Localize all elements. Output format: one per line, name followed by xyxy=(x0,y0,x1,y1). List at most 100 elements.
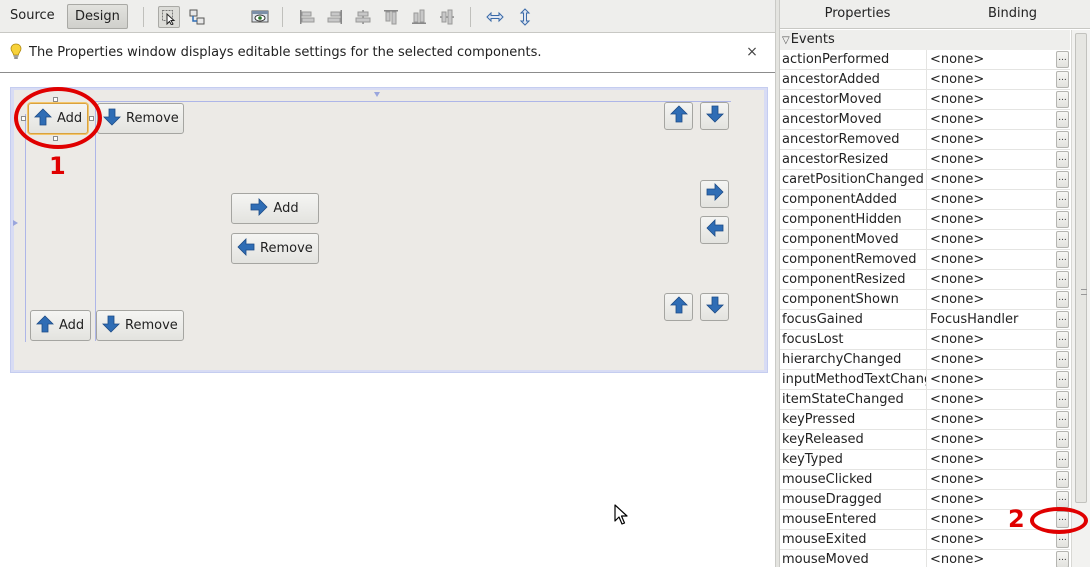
close-icon[interactable]: × xyxy=(745,44,759,60)
ellipsis-button[interactable]: ... xyxy=(1056,471,1069,488)
property-row[interactable]: ancestorAdded <none>... xyxy=(780,70,1070,90)
property-value[interactable]: <none> xyxy=(926,50,1054,69)
property-value[interactable]: <none> xyxy=(926,90,1054,109)
property-row[interactable]: inputMethodTextChanged<none>... xyxy=(780,370,1070,390)
property-value[interactable]: <none> xyxy=(926,370,1054,389)
remove-button[interactable]: Remove xyxy=(231,233,319,264)
property-value[interactable]: <none> xyxy=(926,530,1054,549)
preview-design-icon[interactable] xyxy=(249,6,271,28)
property-value[interactable]: <none> xyxy=(926,190,1054,209)
ellipsis-button[interactable]: ... xyxy=(1056,131,1069,148)
property-row[interactable]: focusGained FocusHandler... xyxy=(780,310,1070,330)
property-row[interactable]: ancestorMoved <none>... xyxy=(780,90,1070,110)
ellipsis-button[interactable]: ... xyxy=(1056,431,1069,448)
property-value[interactable]: <none> xyxy=(926,290,1054,309)
property-row[interactable]: keyPressed <none>... xyxy=(780,410,1070,430)
property-value[interactable]: <none> xyxy=(926,70,1054,89)
property-row[interactable]: focusLost <none>... xyxy=(780,330,1070,350)
property-row[interactable]: componentHidden <none>... xyxy=(780,210,1070,230)
property-row[interactable]: itemStateChanged <none>... xyxy=(780,390,1070,410)
ellipsis-button[interactable]: ... xyxy=(1056,71,1069,88)
property-value[interactable]: <none> xyxy=(926,150,1054,169)
property-value[interactable]: <none> xyxy=(926,390,1054,409)
ellipsis-button[interactable]: ... xyxy=(1056,271,1069,288)
property-row[interactable]: ancestorMoved <none>... xyxy=(780,110,1070,130)
property-value[interactable]: <none> xyxy=(926,470,1054,489)
design-tab[interactable]: Design xyxy=(67,4,128,29)
ellipsis-button[interactable]: ... xyxy=(1056,331,1069,348)
property-row[interactable]: mouseEntered <none>... xyxy=(780,510,1070,530)
ellipsis-button[interactable]: ... xyxy=(1056,211,1069,228)
add-button[interactable]: Add xyxy=(30,310,91,341)
ellipsis-button[interactable]: ... xyxy=(1056,451,1069,468)
property-row[interactable]: mouseClicked <none>... xyxy=(780,470,1070,490)
property-value[interactable]: <none> xyxy=(926,430,1054,449)
property-row[interactable]: hierarchyChanged <none>... xyxy=(780,350,1070,370)
ellipsis-button[interactable]: ... xyxy=(1056,291,1069,308)
property-row[interactable]: mouseMoved <none>... xyxy=(780,550,1070,567)
ellipsis-button[interactable]: ... xyxy=(1056,231,1069,248)
ellipsis-button[interactable]: ... xyxy=(1056,51,1069,68)
property-row[interactable]: componentShown <none>... xyxy=(780,290,1070,310)
ellipsis-button[interactable]: ... xyxy=(1056,251,1069,268)
property-row[interactable]: keyReleased <none>... xyxy=(780,430,1070,450)
property-value[interactable]: <none> xyxy=(926,130,1054,149)
property-row[interactable]: componentRemoved <none>... xyxy=(780,250,1070,270)
move-down-button[interactable] xyxy=(700,102,729,130)
remove-button[interactable]: Remove xyxy=(97,103,184,134)
move-right-button[interactable] xyxy=(700,180,729,208)
property-row[interactable]: actionPerformed <none>... xyxy=(780,50,1070,70)
ellipsis-button[interactable]: ... xyxy=(1056,191,1069,208)
property-value[interactable]: <none> xyxy=(926,250,1054,269)
property-value[interactable]: <none> xyxy=(926,230,1054,249)
connection-mode-icon[interactable] xyxy=(186,6,208,28)
tab-properties[interactable]: Properties xyxy=(780,0,935,28)
add-button[interactable]: Add xyxy=(231,193,319,224)
property-value[interactable]: <none> xyxy=(926,550,1054,567)
ellipsis-button[interactable]: ... xyxy=(1056,311,1069,328)
remove-button[interactable]: Remove xyxy=(96,310,184,341)
property-value[interactable]: FocusHandler xyxy=(926,310,1054,329)
align-top-icon[interactable] xyxy=(380,6,402,28)
align-bottom-icon[interactable] xyxy=(408,6,430,28)
ellipsis-button[interactable]: ... xyxy=(1056,111,1069,128)
tab-binding[interactable]: Binding xyxy=(935,0,1090,28)
property-value[interactable]: <none> xyxy=(926,330,1054,349)
move-up-button[interactable] xyxy=(664,102,693,130)
events-section-header[interactable]: ▽Events xyxy=(780,30,1070,50)
property-row[interactable]: caretPositionChanged <none>... xyxy=(780,170,1070,190)
change-horizontal-resizability-icon[interactable] xyxy=(484,6,506,28)
property-value[interactable]: <none> xyxy=(926,350,1054,369)
ellipsis-button[interactable]: ... xyxy=(1056,371,1069,388)
ellipsis-button[interactable]: ... xyxy=(1056,491,1069,508)
align-right-icon[interactable] xyxy=(324,6,346,28)
change-vertical-resizability-icon[interactable] xyxy=(514,6,536,28)
property-value[interactable]: <none> xyxy=(926,170,1054,189)
property-row[interactable]: componentResized <none>... xyxy=(780,270,1070,290)
align-left-icon[interactable] xyxy=(296,6,318,28)
move-left-button[interactable] xyxy=(700,216,729,244)
property-row[interactable]: mouseExited <none>... xyxy=(780,530,1070,550)
move-down-button[interactable] xyxy=(700,293,729,321)
source-tab[interactable]: Source xyxy=(3,4,62,29)
property-row[interactable]: mouseDragged <none>... xyxy=(780,490,1070,510)
property-row[interactable]: ancestorRemoved <none>... xyxy=(780,130,1070,150)
property-row[interactable]: componentAdded <none>... xyxy=(780,190,1070,210)
property-value[interactable]: <none> xyxy=(926,210,1054,229)
ellipsis-button[interactable]: ... xyxy=(1056,351,1069,368)
selection-mode-icon[interactable] xyxy=(158,6,180,28)
scrollbar-thumb[interactable] xyxy=(1075,33,1087,503)
property-value[interactable]: <none> xyxy=(926,110,1054,129)
property-value[interactable]: <none> xyxy=(926,410,1054,429)
center-vertical-icon[interactable] xyxy=(436,6,458,28)
ellipsis-button[interactable]: ... xyxy=(1056,551,1069,567)
center-horizontal-icon[interactable] xyxy=(352,6,374,28)
collapse-triangle-icon[interactable]: ▽ xyxy=(782,31,790,51)
ellipsis-button[interactable]: ... xyxy=(1056,91,1069,108)
ellipsis-button[interactable]: ... xyxy=(1056,171,1069,188)
ellipsis-button[interactable]: ... xyxy=(1056,151,1069,168)
design-canvas[interactable]: Add Remove 1 Add Remove Add Remove xyxy=(0,74,775,567)
property-value[interactable]: <none> xyxy=(926,490,1054,509)
property-row[interactable]: keyTyped <none>... xyxy=(780,450,1070,470)
property-row[interactable]: ancestorResized <none>... xyxy=(780,150,1070,170)
